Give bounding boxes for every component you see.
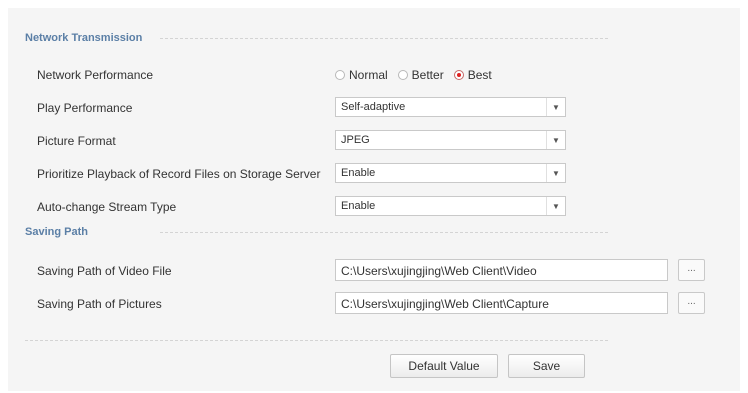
picture-path-value: C:\Users\xujingjing\Web Client\Capture [341, 297, 549, 311]
radio-normal[interactable]: Normal [335, 68, 388, 82]
play-performance-value: Self-adaptive [341, 101, 406, 113]
prioritize-playback-label: Prioritize Playback of Record Files on S… [37, 167, 321, 181]
network-performance-label: Network Performance [37, 68, 154, 82]
picture-path-input[interactable]: C:\Users\xujingjing\Web Client\Capture [335, 292, 668, 314]
footer-divider [25, 340, 608, 341]
picture-path-label: Saving Path of Pictures [37, 297, 162, 311]
picture-format-label: Picture Format [37, 134, 116, 148]
save-button[interactable]: Save [508, 354, 585, 378]
default-value-button[interactable]: Default Value [390, 354, 498, 378]
video-path-input[interactable]: C:\Users\xujingjing\Web Client\Video [335, 259, 668, 281]
section-title-saving: Saving Path [25, 226, 88, 238]
radio-best-circle[interactable] [453, 70, 464, 80]
auto-change-stream-value: Enable [341, 200, 376, 212]
section-divider [160, 232, 608, 233]
video-path-browse-button[interactable]: ... [678, 259, 705, 281]
chevron-down-icon[interactable]: ▼ [546, 164, 565, 182]
radio-better[interactable]: Better [397, 68, 444, 82]
video-path-value: C:\Users\xujingjing\Web Client\Video [341, 264, 537, 278]
picture-path-browse-button[interactable]: ... [678, 292, 705, 314]
picture-format-value: JPEG [341, 134, 370, 146]
section-divider [160, 38, 608, 39]
picture-format-select[interactable]: JPEG ▼ [335, 130, 566, 150]
video-path-label: Saving Path of Video File [37, 264, 172, 278]
section-title-network: Network Transmission [25, 32, 143, 44]
play-performance-select[interactable]: Self-adaptive ▼ [335, 97, 566, 117]
chevron-down-icon[interactable]: ▼ [546, 131, 565, 149]
radio-best-label: Best [467, 68, 492, 82]
radio-best[interactable]: Best [453, 68, 492, 82]
radio-normal-label: Normal [349, 68, 388, 82]
chevron-down-icon[interactable]: ▼ [546, 98, 565, 116]
radio-better-label: Better [411, 68, 444, 82]
chevron-down-icon[interactable]: ▼ [546, 197, 565, 215]
play-performance-label: Play Performance [37, 101, 133, 115]
auto-change-stream-label: Auto-change Stream Type [37, 200, 177, 214]
radio-normal-circle[interactable] [335, 70, 345, 80]
network-performance-radio-group: Normal Better Best [335, 67, 502, 83]
radio-better-circle[interactable] [397, 70, 408, 80]
prioritize-playback-value: Enable [341, 167, 376, 179]
prioritize-playback-select[interactable]: Enable ▼ [335, 163, 566, 183]
auto-change-stream-select[interactable]: Enable ▼ [335, 196, 566, 216]
